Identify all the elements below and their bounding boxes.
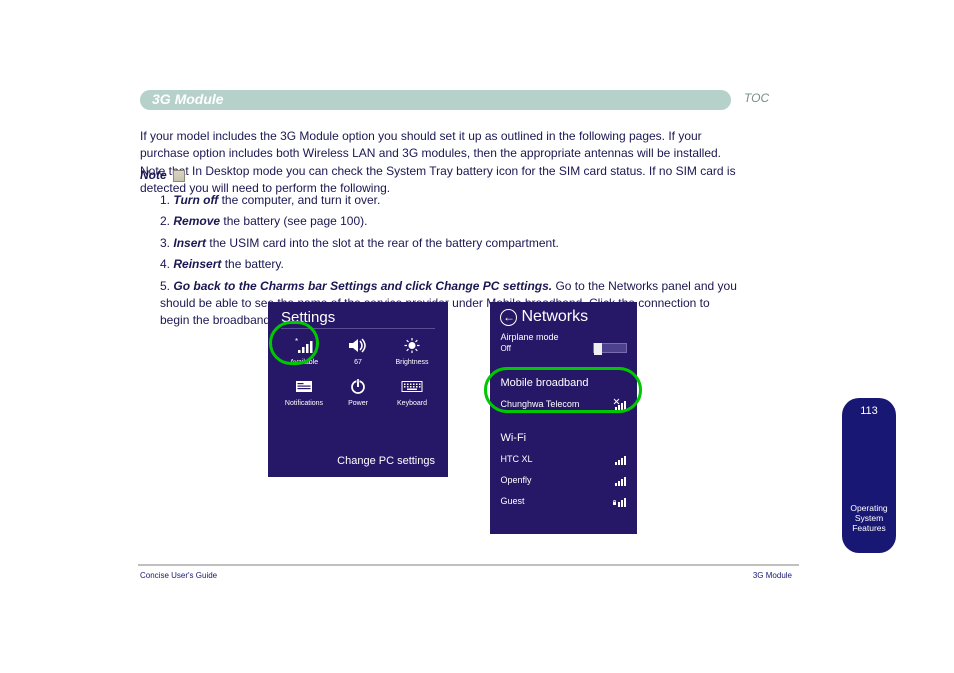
wifi-name: HTC XL <box>500 454 532 464</box>
signal-icon <box>613 398 627 410</box>
section-title: 3G Module <box>152 91 224 107</box>
wifi-item[interactable]: Guest <box>500 495 627 507</box>
settings-item-notifications[interactable]: Notifications <box>281 378 327 407</box>
signal-icon: * <box>292 337 316 354</box>
settings-title: Settings <box>281 309 435 329</box>
list-term: Reinsert <box>173 257 221 271</box>
signal-secure-icon <box>613 495 627 507</box>
list-text: the battery (see page 100). <box>220 214 367 228</box>
networks-header: ← Networks <box>500 308 627 326</box>
networks-title: Networks <box>521 308 588 326</box>
list-number: 2. <box>160 214 170 228</box>
wifi-item[interactable]: HTC XL <box>500 453 627 465</box>
settings-icon-grid: * Available 67 <box>281 337 435 407</box>
list-term: Remove <box>173 214 220 228</box>
notifications-icon <box>292 378 316 395</box>
mobile-broadband-label: Mobile broadband <box>500 377 627 389</box>
list-number: 4. <box>160 257 170 271</box>
list-number: 5. <box>160 279 170 293</box>
footer-right: 3G Module <box>753 571 792 580</box>
list-text: the battery. <box>221 257 283 271</box>
wifi-name: Guest <box>500 496 524 506</box>
wifi-label: Wi-Fi <box>500 432 627 444</box>
volume-icon <box>346 337 370 354</box>
settings-label: Power <box>348 400 368 407</box>
arrow-left-icon: ← <box>503 311 515 323</box>
settings-label: Available <box>290 359 318 366</box>
page-number: 113 <box>842 398 896 417</box>
back-button[interactable]: ← <box>500 309 517 326</box>
airplane-mode-row: Off <box>500 343 627 353</box>
note-icon <box>173 170 185 182</box>
list-text: the computer, and turn it over. <box>218 193 380 207</box>
settings-item-keyboard[interactable]: Keyboard <box>389 378 435 407</box>
airplane-mode-label: Airplane mode <box>500 332 627 342</box>
list-item: 1. Turn off the computer, and turn it ov… <box>160 192 740 209</box>
settings-label: Brightness <box>395 359 428 366</box>
settings-item-available[interactable]: * Available <box>281 337 327 366</box>
settings-item-brightness[interactable]: Brightness <box>389 337 435 366</box>
wifi-name: Openfly <box>500 475 531 485</box>
list-term: Turn off <box>173 193 218 207</box>
settings-label: Notifications <box>285 400 323 407</box>
page-side-tab: 113 Operating System Features <box>842 398 896 553</box>
list-term: Go back to the Charms bar Settings and c… <box>173 279 552 293</box>
networks-panel: ← Networks Airplane mode Off Mobile broa… <box>490 302 637 534</box>
intro-paragraph: If your model includes the 3G Module opt… <box>140 128 740 198</box>
list-number: 3. <box>160 236 170 250</box>
list-item: 2. Remove the battery (see page 100). <box>160 213 740 230</box>
list-text: the USIM card into the slot at the rear … <box>206 236 559 250</box>
svg-text:*: * <box>295 337 298 346</box>
page-tab-caption: Operating System Features <box>842 503 896 534</box>
wifi-item[interactable]: Openfly <box>500 474 627 486</box>
settings-item-volume[interactable]: 67 <box>335 337 381 366</box>
signal-icon <box>613 474 627 486</box>
settings-panel: Settings * Available 67 <box>268 302 448 477</box>
power-icon <box>346 378 370 395</box>
change-pc-settings[interactable]: Change PC settings <box>337 455 435 467</box>
airplane-toggle[interactable] <box>593 343 627 353</box>
list-item: 4. Reinsert the battery. <box>160 256 740 273</box>
section-header-bar <box>140 90 731 110</box>
list-term: Insert <box>173 236 206 250</box>
list-number: 1. <box>160 193 170 207</box>
note-heading: Note <box>140 168 167 182</box>
mobile-provider-name: Chunghwa Telecom <box>500 399 579 409</box>
signal-icon <box>613 453 627 465</box>
airplane-state: Off <box>500 344 511 353</box>
footer-left: Concise User's Guide <box>140 571 217 580</box>
mobile-provider-item[interactable]: Chunghwa Telecom <box>500 398 627 410</box>
settings-item-power[interactable]: Power <box>335 378 381 407</box>
list-item: 3. Insert the USIM card into the slot at… <box>160 235 740 252</box>
footer-divider <box>138 564 799 566</box>
toc-link[interactable]: TOC <box>744 91 769 105</box>
keyboard-icon <box>400 378 424 395</box>
brightness-icon <box>400 337 424 354</box>
settings-label: Keyboard <box>397 400 427 407</box>
settings-label: 67 <box>354 359 362 366</box>
